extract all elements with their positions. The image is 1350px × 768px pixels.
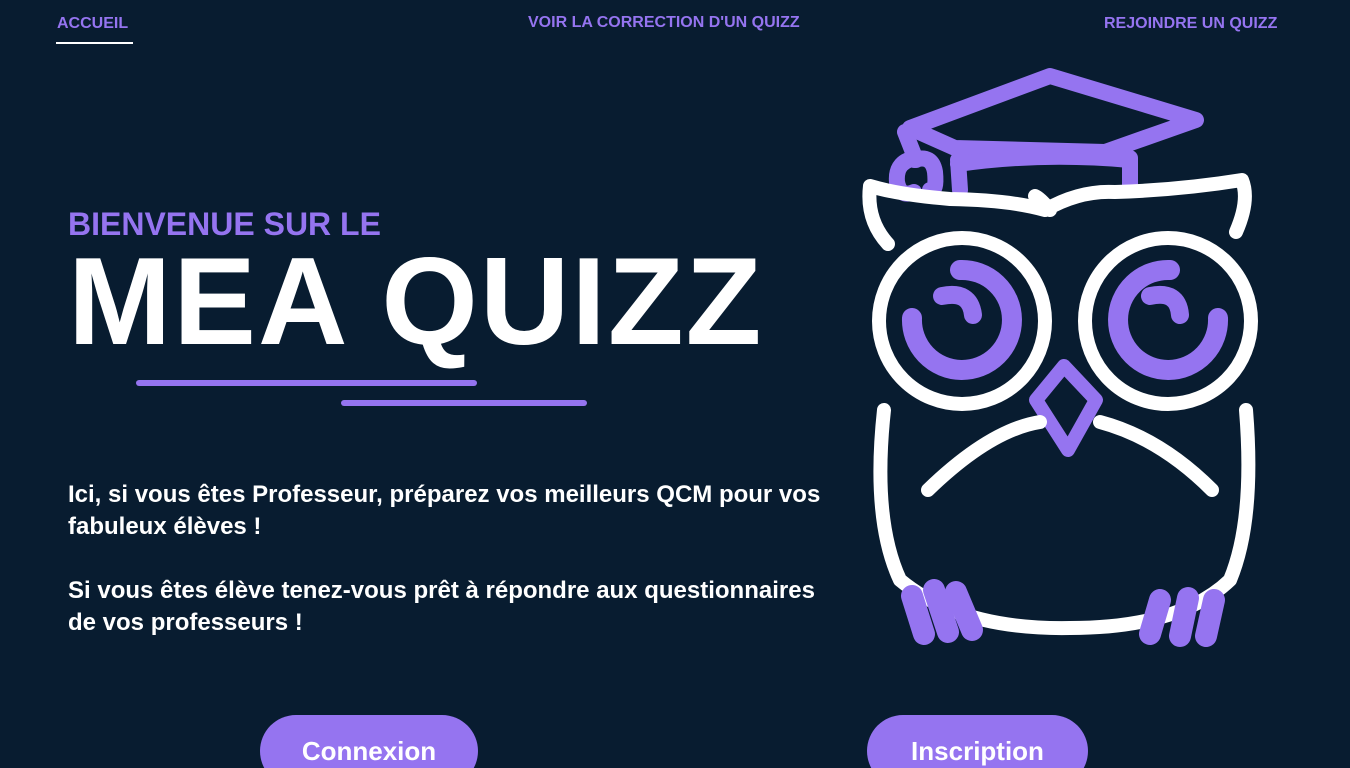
graduation-cap-icon: [888, 68, 1204, 202]
graduate-owl-icon: [862, 68, 1258, 647]
nav-link-home[interactable]: ACCUEIL: [57, 15, 128, 33]
nav-link-correction[interactable]: VOIR LA CORRECTION D'UN QUIZZ: [528, 14, 800, 32]
owl-eye-right: [1078, 231, 1258, 411]
owl-eye-left: [872, 231, 1052, 411]
signup-button[interactable]: Inscription: [867, 715, 1088, 768]
intro-student-text: Si vous êtes élève tenez-vous prêt à rép…: [68, 577, 815, 636]
title-accent-line: [341, 400, 587, 406]
intro-teacher-text: Ici, si vous êtes Professeur, préparez v…: [68, 481, 821, 540]
login-button[interactable]: Connexion: [260, 715, 478, 768]
nav-active-indicator: [56, 42, 133, 44]
title-accent-line: [136, 380, 477, 386]
nav-link-join-quizz[interactable]: REJOINDRE UN QUIZZ: [1104, 15, 1277, 33]
home-page: ACCUEIL VOIR LA CORRECTION D'UN QUIZZ RE…: [0, 0, 1350, 768]
owl-beak: [1029, 359, 1103, 457]
page-title: MEA QUIZZ: [68, 233, 764, 371]
